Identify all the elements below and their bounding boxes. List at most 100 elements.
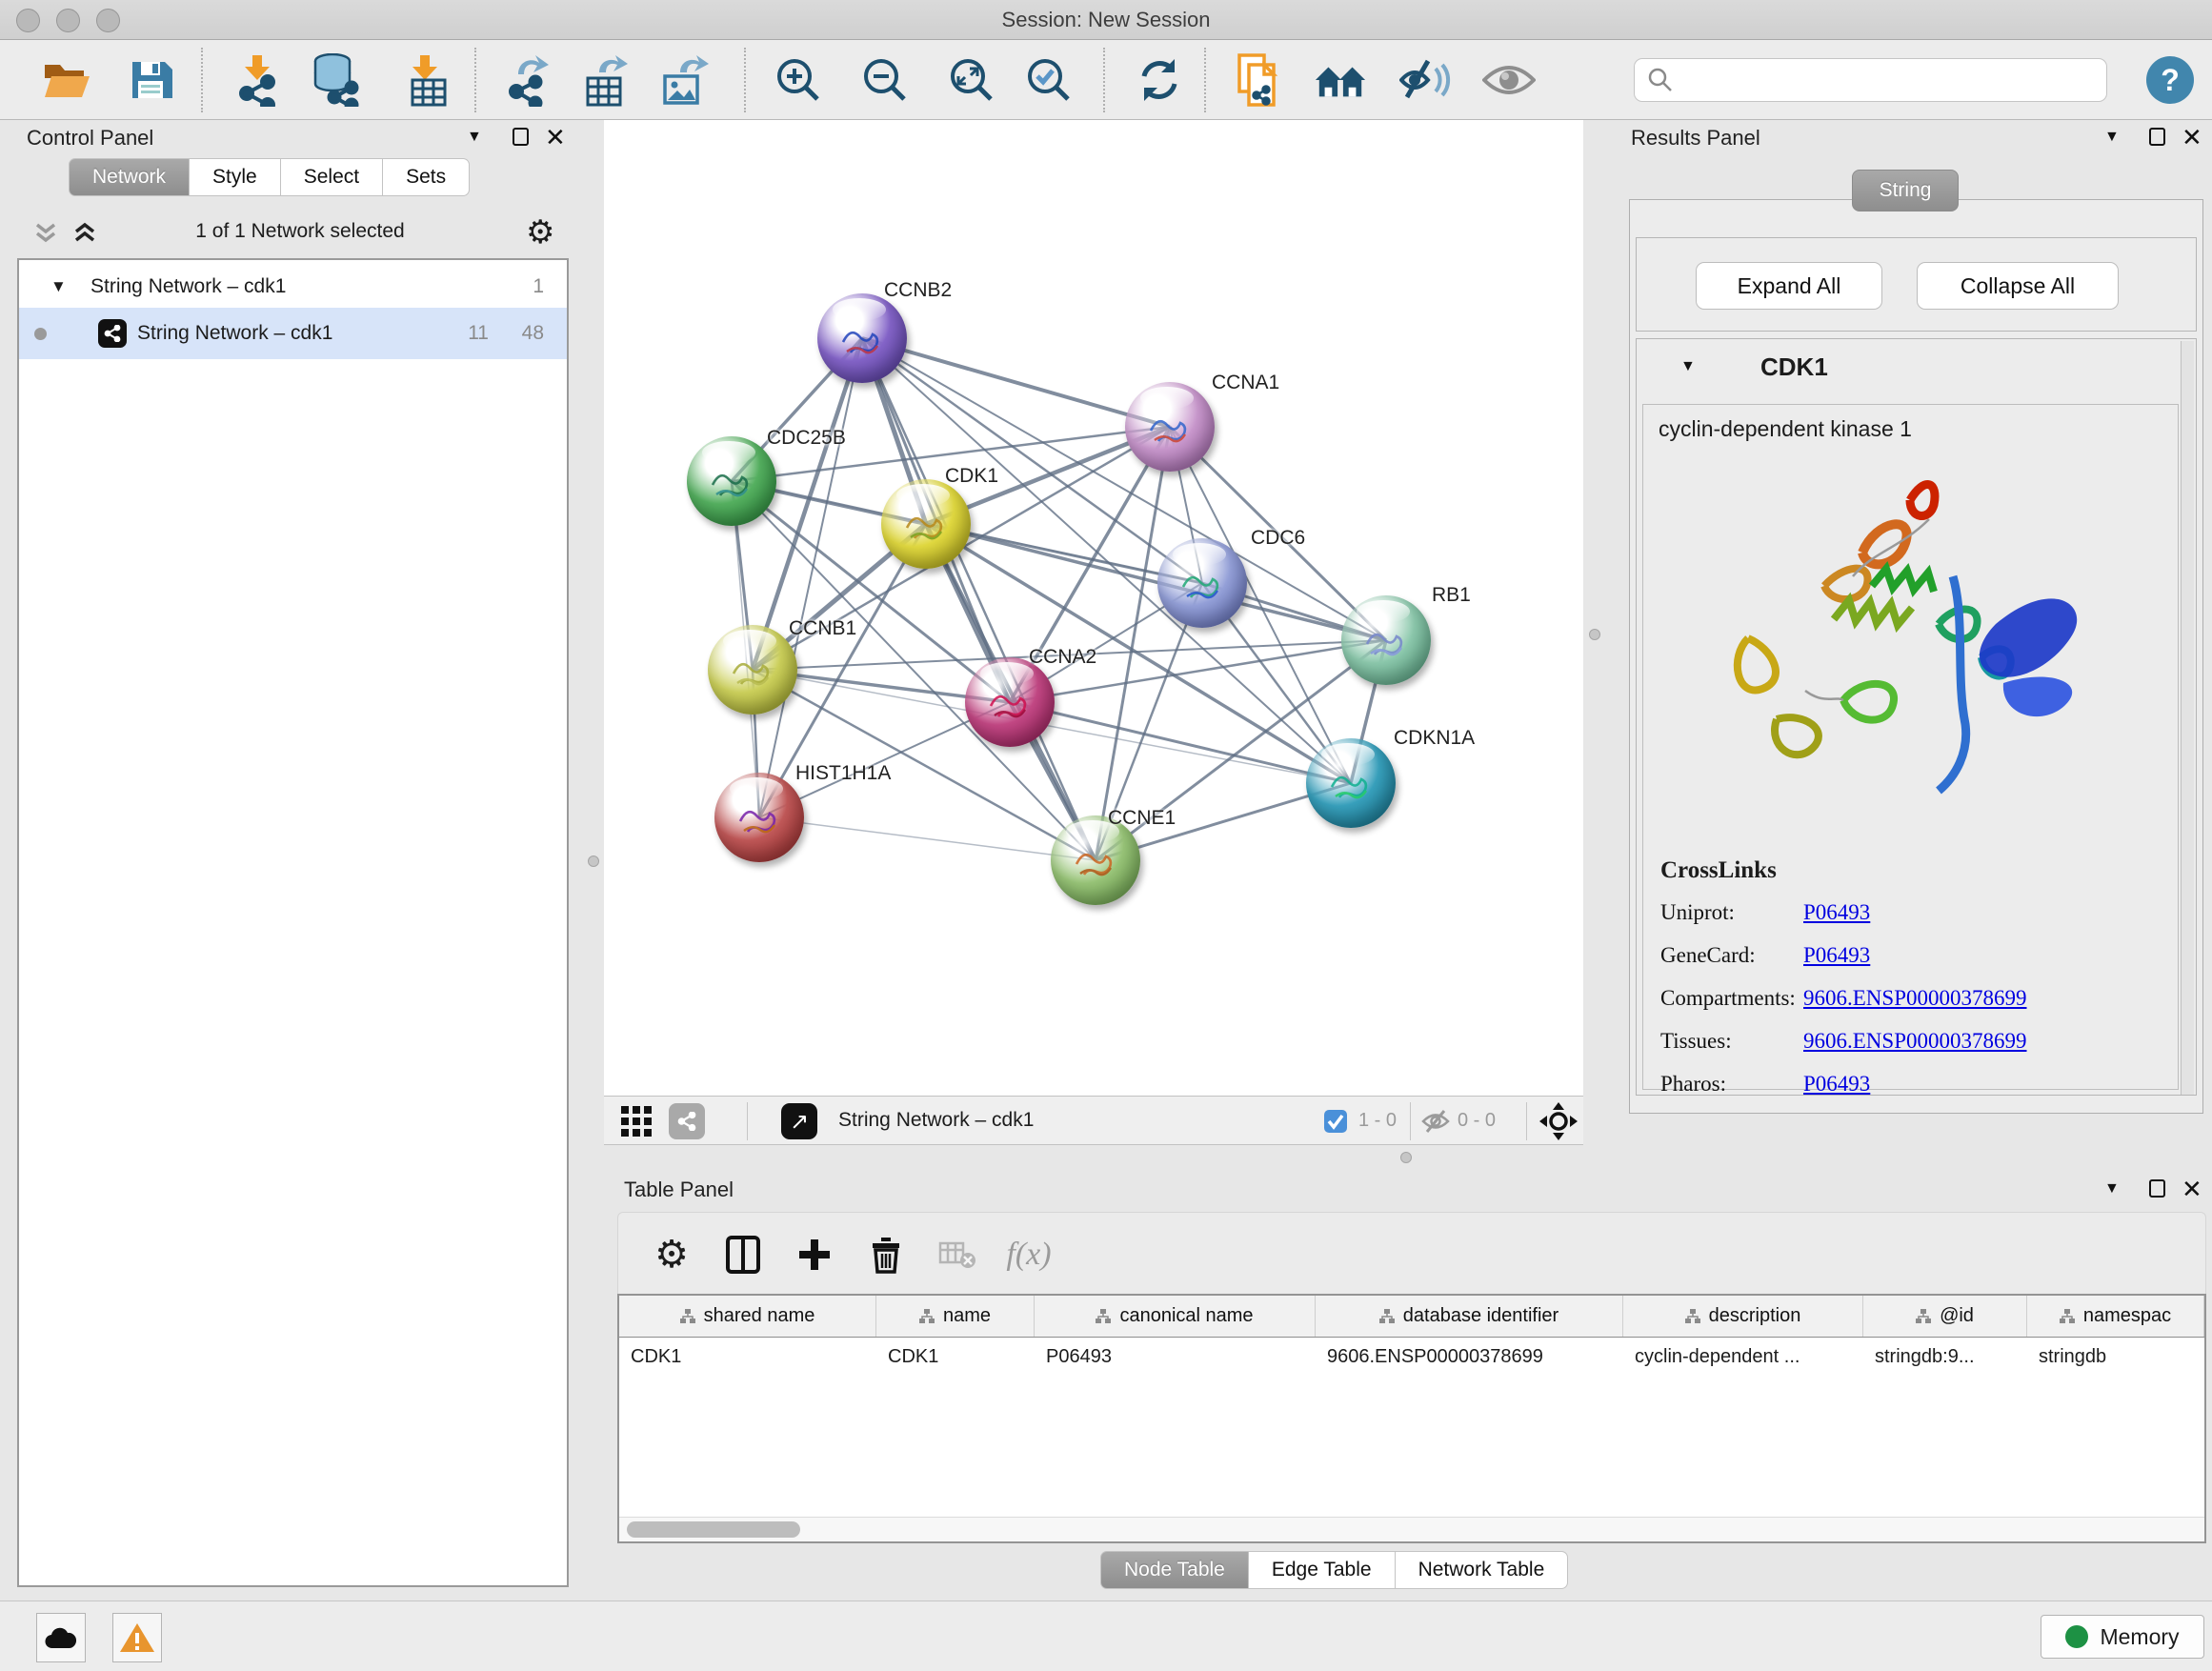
warnings-button[interactable]	[112, 1613, 162, 1662]
export-table-icon[interactable]	[579, 53, 633, 107]
memory-button[interactable]: Memory	[2041, 1615, 2204, 1659]
table-options-gear-icon[interactable]: ⚙	[647, 1230, 696, 1279]
search-input[interactable]	[1682, 61, 2106, 99]
column-header-name[interactable]: name	[876, 1296, 1035, 1337]
help-button[interactable]: ?	[2146, 56, 2194, 104]
network-selection-status: 1 of 1 Network selected	[0, 220, 600, 243]
results-panel-close-icon[interactable]: ✕	[2182, 125, 2202, 150]
grid-view-icon[interactable]	[619, 1104, 654, 1138]
save-session-icon[interactable]	[124, 53, 177, 107]
crosslink-link[interactable]: P06493	[1803, 1072, 1870, 1097]
network-share-icon[interactable]	[669, 1103, 705, 1139]
network-node-ccna1[interactable]	[1125, 382, 1215, 472]
network-node-cdc25b[interactable]	[687, 436, 776, 526]
search-field[interactable]	[1634, 58, 2107, 102]
table-hscrollbar-thumb[interactable]	[627, 1521, 800, 1538]
create-column-icon[interactable]	[790, 1230, 839, 1279]
column-header-@id[interactable]: @id	[1863, 1296, 2027, 1337]
show-columns-icon[interactable]	[718, 1230, 768, 1279]
crosslinks-heading: CrossLinks	[1660, 857, 1777, 884]
network-node-cdkn1a[interactable]	[1306, 738, 1396, 828]
import-table-icon[interactable]	[400, 53, 453, 107]
zoom-fit-icon[interactable]	[945, 53, 998, 107]
network-node-rb1[interactable]	[1341, 595, 1431, 685]
table-cell[interactable]: 9606.ENSP00000378699	[1316, 1338, 1623, 1379]
delete-table-icon	[933, 1230, 982, 1279]
network-canvas[interactable]: CCNB2CCNA1CDC25BCDK1CDC6RB1CCNB1CCNA2CDK…	[604, 120, 1583, 1096]
function-builder-icon: f(x)	[1004, 1230, 1054, 1279]
birds-eye-icon[interactable]	[1539, 1102, 1578, 1140]
hide-glass-icon[interactable]	[1398, 53, 1452, 107]
results-panel-maximize-icon[interactable]	[2149, 128, 2165, 146]
detach-view-icon[interactable]: ↗	[781, 1103, 817, 1139]
results-scrollbar[interactable]	[2181, 341, 2194, 1095]
network-node-hist1h1a[interactable]	[714, 773, 804, 862]
table-cell[interactable]: CDK1	[876, 1338, 1035, 1379]
crosslink-row: Pharos:P06493	[1643, 1062, 2178, 1105]
control-panel-close-icon[interactable]: ✕	[545, 125, 566, 150]
import-network-database-icon[interactable]	[309, 53, 362, 107]
right-splitter-handle[interactable]	[1589, 629, 1600, 640]
network-node-cdk1[interactable]	[881, 479, 971, 569]
crosslink-link[interactable]: 9606.ENSP00000378699	[1803, 986, 2027, 1011]
tab-node-table[interactable]: Node Table	[1100, 1551, 1249, 1589]
protein-expander-icon[interactable]: ▼	[1680, 358, 1696, 375]
expand-all-button[interactable]: Expand All	[1696, 262, 1882, 310]
left-splitter-handle[interactable]	[588, 856, 599, 867]
network-node-ccnb1[interactable]	[708, 625, 797, 715]
bottom-splitter-handle[interactable]	[1400, 1152, 1412, 1163]
table-panel-maximize-icon[interactable]	[2149, 1179, 2165, 1198]
table-row[interactable]: CDK1CDK1P064939606.ENSP00000378699cyclin…	[619, 1338, 2204, 1379]
tab-style[interactable]: Style	[190, 158, 281, 196]
tab-network[interactable]: Network	[69, 158, 190, 196]
import-network-file-icon[interactable]	[231, 53, 284, 107]
protein-description: cyclin-dependent kinase 1	[1659, 416, 1912, 442]
column-header-shared-name[interactable]: shared name	[619, 1296, 876, 1337]
string-home-icon[interactable]	[1314, 53, 1367, 107]
results-panel-float-icon[interactable]: ▼	[2104, 129, 2120, 146]
column-header-database-identifier[interactable]: database identifier	[1316, 1296, 1623, 1337]
zoom-selected-icon[interactable]	[1022, 53, 1076, 107]
tab-edge-table[interactable]: Edge Table	[1249, 1551, 1396, 1589]
column-header-description[interactable]: description	[1623, 1296, 1863, 1337]
table-panel-float-icon[interactable]: ▼	[2104, 1180, 2120, 1198]
control-panel-maximize-icon[interactable]	[513, 128, 529, 146]
network-node-ccnb2[interactable]	[817, 293, 907, 383]
table-cell[interactable]: CDK1	[619, 1338, 876, 1379]
tab-sets[interactable]: Sets	[383, 158, 470, 196]
crosslink-link[interactable]: P06493	[1803, 943, 1870, 968]
network-collection-row[interactable]: ▼ String Network – cdk1 1	[19, 266, 567, 308]
control-panel-float-icon[interactable]: ▼	[467, 129, 482, 146]
zoom-out-icon[interactable]	[858, 53, 912, 107]
show-eye-icon[interactable]	[1482, 53, 1536, 107]
export-image-icon[interactable]	[657, 53, 711, 107]
column-header-canonical-name[interactable]: canonical name	[1035, 1296, 1316, 1337]
tab-network-table[interactable]: Network Table	[1396, 1551, 1569, 1589]
network-node-cdc6[interactable]	[1157, 538, 1247, 628]
cloud-button[interactable]	[36, 1613, 86, 1662]
refresh-layout-icon[interactable]	[1133, 53, 1186, 107]
tab-string[interactable]: String	[1852, 170, 1959, 211]
table-cell[interactable]: cyclin-dependent ...	[1623, 1338, 1863, 1379]
table-cell[interactable]: stringdb	[2027, 1338, 2204, 1379]
table-panel-close-icon[interactable]: ✕	[2182, 1177, 2202, 1201]
export-network-icon[interactable]	[502, 53, 555, 107]
collection-expander-icon[interactable]: ▼	[50, 277, 67, 296]
table-hscrollbar[interactable]	[619, 1517, 2204, 1541]
network-node-ccna2[interactable]	[965, 657, 1055, 747]
control-panel: Control Panel ▼ ✕ NetworkStyleSelectSets…	[0, 120, 600, 1601]
crosslink-link[interactable]: 9606.ENSP00000378699	[1803, 1029, 2027, 1054]
network-options-gear-icon[interactable]: ⚙	[526, 213, 554, 252]
network-row[interactable]: String Network – cdk1 11 48	[19, 308, 567, 359]
selected-checkbox-icon[interactable]	[1323, 1109, 1348, 1134]
collapse-all-button[interactable]: Collapse All	[1917, 262, 2119, 310]
table-cell[interactable]: P06493	[1035, 1338, 1316, 1379]
zoom-in-icon[interactable]	[772, 53, 825, 107]
column-header-namespac[interactable]: namespac	[2027, 1296, 2204, 1337]
delete-column-icon[interactable]	[861, 1230, 911, 1279]
copy-documents-icon[interactable]	[1232, 53, 1285, 107]
tab-select[interactable]: Select	[281, 158, 383, 196]
open-session-icon[interactable]	[40, 53, 93, 107]
crosslink-link[interactable]: P06493	[1803, 900, 1870, 925]
table-cell[interactable]: stringdb:9...	[1863, 1338, 2027, 1379]
